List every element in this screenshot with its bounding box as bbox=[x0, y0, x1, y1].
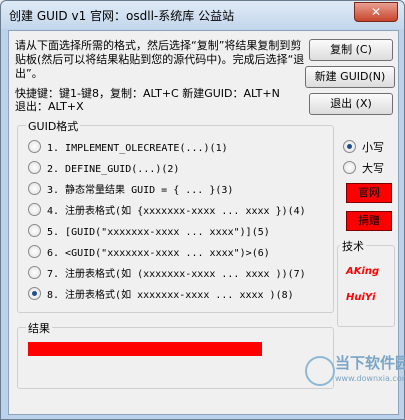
author-group-title: 技术 bbox=[340, 238, 366, 254]
instructions-text: 请从下面选择所需的格式，然后选择“复制”将结果复制到剪贴板(然后可以将结果粘贴到… bbox=[15, 39, 305, 80]
radio-icon bbox=[28, 266, 41, 279]
watermark-name: 当下软件园 bbox=[335, 354, 405, 372]
format-option-label: 6. <GUID("xxxxxxx-xxxx ... xxxx")>(6) bbox=[47, 248, 270, 259]
uppercase-option[interactable]: 大写 bbox=[343, 160, 384, 176]
radio-icon bbox=[28, 203, 41, 216]
format-option-3[interactable]: 3. 静态常量结果 GUID = { ... }(3) bbox=[28, 182, 233, 198]
guid-format-title: GUID格式 bbox=[26, 118, 81, 134]
format-option-7[interactable]: 7. 注册表格式(如 (xxxxxxx-xxxx ... xxxx ))(7) bbox=[28, 266, 306, 282]
guid-format-group: GUID格式 1. IMPLEMENT_OLECREATE(...)(1) 2.… bbox=[17, 118, 334, 313]
result-group-title: 结果 bbox=[26, 320, 52, 336]
author-name-1: AKing bbox=[346, 266, 380, 277]
shortcut-line-1: 快捷键：键1-键8，复制：ALT+C 新建GUID：ALT+N bbox=[15, 87, 280, 100]
format-option-6[interactable]: 6. <GUID("xxxxxxx-xxxx ... xxxx")>(6) bbox=[28, 245, 270, 261]
radio-selected-icon bbox=[343, 140, 356, 153]
new-guid-button[interactable]: 新建 GUID(N) bbox=[305, 66, 395, 88]
radio-selected-icon bbox=[28, 287, 41, 300]
uppercase-label: 大写 bbox=[362, 162, 384, 175]
radio-icon bbox=[28, 245, 41, 258]
shortcut-text: 快捷键：键1-键8，复制：ALT+C 新建GUID：ALT+N 退出：ALT+X bbox=[15, 87, 305, 113]
format-option-label: 4. 注册表格式(如 {xxxxxxx-xxxx ... xxxx })(4) bbox=[47, 206, 306, 217]
format-option-8[interactable]: 8. 注册表格式(如 xxxxxxx-xxxx ... xxxx )(8) bbox=[28, 287, 294, 303]
format-option-label: 2. DEFINE_GUID(...)(2) bbox=[47, 164, 180, 175]
website-button[interactable]: 官网 bbox=[346, 183, 392, 203]
author-group: 技术 AKing HuiYi bbox=[337, 238, 395, 327]
lowercase-option[interactable]: 小写 bbox=[343, 139, 384, 155]
format-option-label: 3. 静态常量结果 GUID = { ... }(3) bbox=[47, 185, 234, 196]
watermark: 当下软件园 www.downxia.com bbox=[305, 350, 405, 390]
close-button[interactable]: ✕ bbox=[354, 2, 398, 22]
radio-icon bbox=[28, 224, 41, 237]
format-option-label: 1. IMPLEMENT_OLECREATE(...)(1) bbox=[47, 143, 228, 154]
result-group: 结果 bbox=[17, 320, 334, 389]
title-bar[interactable]: 创建 GUID v1 官网：osdll-系统库 公益站 ✕ bbox=[1, 1, 404, 29]
shortcut-line-2: 退出：ALT+X bbox=[15, 100, 84, 113]
radio-icon bbox=[28, 140, 41, 153]
watermark-logo-icon bbox=[305, 356, 335, 386]
lowercase-label: 小写 bbox=[362, 141, 384, 154]
format-option-label: 7. 注册表格式(如 (xxxxxxx-xxxx ... xxxx ))(7) bbox=[47, 269, 306, 280]
exit-button[interactable]: 退出 (X) bbox=[309, 93, 393, 115]
donate-button[interactable]: 捐赠 bbox=[346, 211, 392, 231]
format-option-1[interactable]: 1. IMPLEMENT_OLECREATE(...)(1) bbox=[28, 140, 228, 156]
format-option-2[interactable]: 2. DEFINE_GUID(...)(2) bbox=[28, 161, 179, 177]
radio-icon bbox=[343, 161, 356, 174]
copy-button[interactable]: 复制 (C) bbox=[309, 39, 393, 61]
format-option-label: 5. [GUID("xxxxxxx-xxxx ... xxxx")](5) bbox=[47, 227, 270, 238]
watermark-url: www.downxia.com bbox=[335, 374, 405, 383]
window-title: 创建 GUID v1 官网：osdll-系统库 公益站 bbox=[9, 9, 235, 23]
format-option-label: 8. 注册表格式(如 xxxxxxx-xxxx ... xxxx )(8) bbox=[47, 290, 294, 301]
result-value-bar bbox=[28, 342, 262, 356]
author-name-2: HuiYi bbox=[346, 292, 376, 303]
format-option-5[interactable]: 5. [GUID("xxxxxxx-xxxx ... xxxx")](5) bbox=[28, 224, 270, 240]
format-option-4[interactable]: 4. 注册表格式(如 {xxxxxxx-xxxx ... xxxx })(4) bbox=[28, 203, 306, 219]
radio-icon bbox=[28, 182, 41, 195]
radio-icon bbox=[28, 161, 41, 174]
